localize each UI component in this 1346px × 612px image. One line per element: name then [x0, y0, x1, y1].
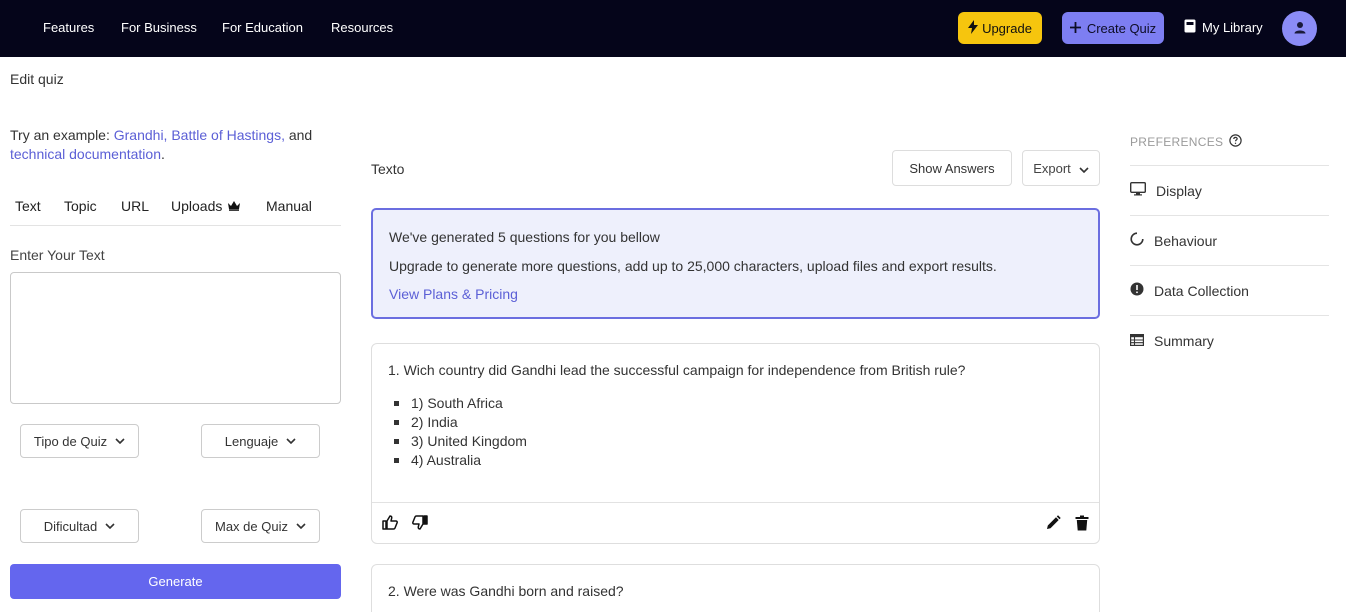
- max-quiz-select-value: Max de Quiz: [215, 518, 288, 534]
- tab-url[interactable]: URL: [121, 198, 149, 214]
- quiz-type-select-value: Tipo de Quiz: [33, 433, 108, 449]
- answer-option-label: 3) United Kingdom: [411, 433, 527, 449]
- quiz-title: Texto: [371, 161, 405, 177]
- tab-url-label: URL: [121, 198, 150, 214]
- answer-option-label: 4) Australia: [411, 452, 482, 468]
- try-example-end: .: [161, 146, 165, 162]
- edit-pencil-icon[interactable]: [1045, 515, 1061, 531]
- alert-circle-icon: [1130, 282, 1144, 299]
- example-link-battle-of-hastings[interactable]: Battle of Hastings,: [171, 127, 285, 143]
- show-answers-button[interactable]: Show Answers: [892, 150, 1012, 186]
- chevron-down-icon: [296, 521, 306, 532]
- monitor-icon: [1129, 181, 1147, 199]
- question-card: 1. Wich country did Gandhi lead the succ…: [371, 343, 1100, 544]
- notice-upgrade-text: Upgrade to generate more questions, add …: [389, 258, 997, 274]
- quiz-type-select[interactable]: Tipo de Quiz: [20, 424, 139, 458]
- upgrade-button[interactable]: Upgrade: [958, 12, 1042, 44]
- preference-display-label: Display: [1156, 182, 1202, 199]
- preference-behaviour[interactable]: Behaviour: [1130, 215, 1329, 265]
- crown-icon: [227, 198, 241, 214]
- tab-topic[interactable]: Topic: [64, 198, 97, 214]
- language-select[interactable]: Lenguaje: [201, 424, 320, 458]
- tab-topic-label: Topic: [64, 198, 97, 214]
- user-icon: [1294, 21, 1306, 37]
- question-text: 2. Were was Gandhi born and raised?: [388, 583, 624, 599]
- preferences-title-label: PREFERENCES: [1130, 135, 1224, 149]
- thumbs-down-icon[interactable]: [412, 515, 428, 530]
- question-card: 2. Were was Gandhi born and raised?: [371, 564, 1100, 612]
- answer-option: 2) India: [394, 413, 527, 432]
- input-tabs: Text Topic URL Uploads Manual: [10, 190, 341, 226]
- tab-manual-label: Manual: [266, 198, 312, 214]
- top-navbar: Features For Business For Education Reso…: [0, 0, 1346, 57]
- nav-link-for-business[interactable]: For Business: [121, 20, 197, 35]
- preferences-title: PREFERENCES: [1130, 134, 1243, 150]
- question-text: 1. Wich country did Gandhi lead the succ…: [388, 362, 966, 378]
- answer-option: 3) United Kingdom: [394, 432, 527, 451]
- export-label: Export: [1033, 160, 1071, 176]
- book-icon: [1184, 19, 1196, 36]
- lightning-icon: [968, 19, 979, 37]
- view-plans-link[interactable]: View Plans & Pricing: [389, 286, 518, 302]
- table-icon: [1130, 333, 1145, 349]
- nav-link-for-education[interactable]: For Education: [222, 20, 303, 35]
- help-icon[interactable]: [1229, 134, 1243, 150]
- notice-generated-text: We've generated 5 questions for you bell…: [389, 229, 660, 245]
- answer-option: 4) Australia: [394, 451, 527, 470]
- nav-link-features[interactable]: Features: [43, 20, 94, 35]
- avatar[interactable]: [1282, 11, 1317, 46]
- my-library-label: My Library: [1202, 20, 1263, 35]
- chevron-down-icon: [115, 436, 125, 447]
- create-quiz-label: Create Quiz: [1086, 20, 1157, 36]
- nav-link-resources[interactable]: Resources: [331, 20, 393, 35]
- chevron-down-icon: [105, 521, 115, 532]
- tab-text[interactable]: Text: [15, 198, 41, 214]
- try-example-text: Try an example: Grandhi, Battle of Hasti…: [10, 126, 330, 164]
- plus-icon: [1069, 21, 1081, 36]
- answer-options: 1) South Africa 2) India 3) United Kingd…: [394, 394, 527, 470]
- preference-summary[interactable]: Summary: [1130, 315, 1329, 365]
- language-select-value: Lenguaje: [224, 433, 279, 449]
- chevron-down-icon: [286, 436, 296, 447]
- enter-text-label: Enter Your Text: [10, 247, 105, 263]
- upgrade-notice: We've generated 5 questions for you bell…: [371, 208, 1100, 319]
- tab-manual[interactable]: Manual: [266, 198, 312, 214]
- preference-display[interactable]: Display: [1129, 165, 1329, 215]
- max-quiz-select[interactable]: Max de Quiz: [201, 509, 320, 543]
- text-input[interactable]: [10, 272, 341, 404]
- tab-uploads[interactable]: Uploads: [171, 198, 241, 214]
- answer-option: 1) South Africa: [394, 394, 527, 413]
- difficulty-select[interactable]: Dificultad: [20, 509, 139, 543]
- question-card-footer: [372, 502, 1099, 543]
- difficulty-select-value: Dificultad: [43, 518, 98, 534]
- edit-quiz-title: Edit quiz: [10, 71, 64, 87]
- tab-uploads-label: Uploads: [171, 198, 223, 214]
- export-select[interactable]: Export: [1022, 150, 1100, 186]
- example-link-grandhi[interactable]: Grandhi,: [114, 127, 168, 143]
- chevron-down-icon: [1079, 161, 1089, 176]
- create-quiz-button[interactable]: Create Quiz: [1062, 12, 1164, 44]
- spinner-icon: [1130, 232, 1144, 249]
- preference-behaviour-label: Behaviour: [1154, 232, 1218, 249]
- answer-option-label: 2) India: [411, 414, 458, 430]
- upgrade-label: Upgrade: [982, 20, 1032, 36]
- preference-data-collection-label: Data Collection: [1154, 282, 1249, 299]
- generate-button[interactable]: Generate: [10, 564, 341, 599]
- tab-text-label: Text: [15, 198, 41, 214]
- answer-option-label: 1) South Africa: [411, 395, 503, 411]
- try-example-prefix: Try an example:: [10, 127, 110, 143]
- thumbs-up-icon[interactable]: [382, 515, 398, 530]
- try-example-and: and: [288, 127, 313, 143]
- trash-icon[interactable]: [1075, 515, 1089, 531]
- example-link-technical-documentation[interactable]: technical documentation: [10, 146, 161, 162]
- preference-data-collection[interactable]: Data Collection: [1130, 265, 1329, 315]
- my-library-link[interactable]: My Library: [1184, 19, 1263, 36]
- preference-summary-label: Summary: [1154, 332, 1214, 349]
